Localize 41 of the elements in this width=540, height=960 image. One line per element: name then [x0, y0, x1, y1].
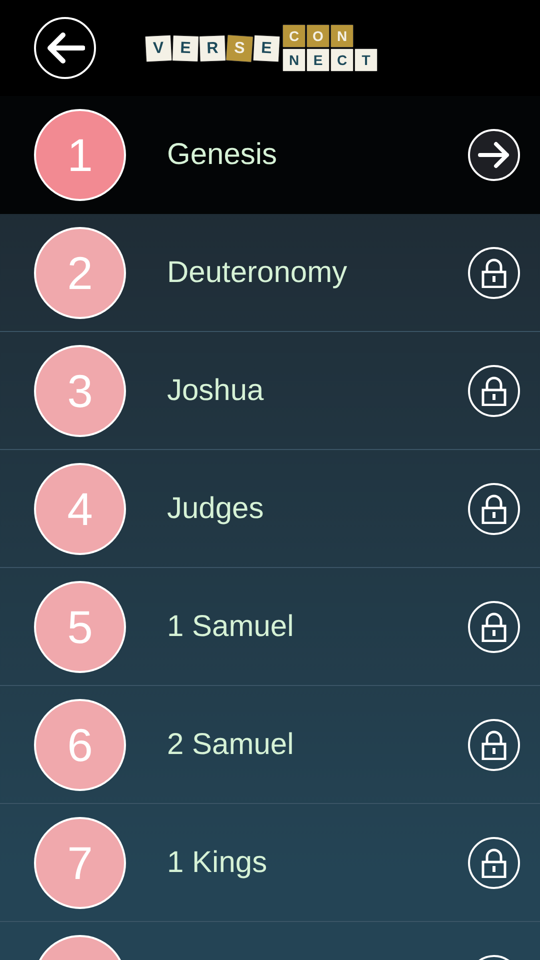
logo-tile: S	[226, 34, 253, 62]
chapter-number-badge: 7	[34, 816, 126, 908]
lock-button[interactable]	[468, 836, 520, 888]
lock-button[interactable]	[468, 600, 520, 652]
open-button[interactable]	[468, 129, 520, 181]
logo-tile: C	[283, 25, 305, 47]
book-title: 2 Samuel	[167, 728, 295, 762]
chapter-number-badge: 1	[34, 109, 126, 201]
lock-button[interactable]	[468, 246, 520, 298]
lock-button[interactable]	[468, 364, 520, 416]
chapter-number-badge: 2	[34, 226, 126, 318]
logo-tile: C	[331, 49, 353, 71]
lock-icon	[481, 612, 507, 642]
lock-button[interactable]	[468, 482, 520, 534]
lock-icon	[481, 376, 507, 406]
forward-arrow-icon	[477, 141, 511, 169]
chapter-number-badge: 3	[34, 344, 126, 436]
chapter-number-badge: 4	[34, 462, 126, 554]
lock-icon	[481, 258, 507, 288]
logo-tile: T	[355, 49, 377, 71]
logo-tile: E	[253, 34, 280, 62]
book-title: 1 Kings	[167, 846, 268, 880]
logo-tile: N	[283, 49, 305, 71]
logo-tile: E	[307, 49, 329, 71]
book-title: Deuteronomy	[167, 256, 348, 290]
book-title: Genesis	[167, 138, 278, 172]
logo-tile: E	[172, 35, 198, 61]
book-title: 1 Samuel	[167, 610, 295, 644]
back-arrow-icon	[45, 31, 85, 65]
logo-tile: N	[331, 25, 353, 47]
chapter-number-badge: 5	[34, 580, 126, 672]
lock-button[interactable]	[468, 718, 520, 770]
logo-tile: O	[307, 25, 329, 47]
book-title: Judges	[167, 492, 265, 526]
lock-icon	[481, 848, 507, 878]
book-title: Joshua	[167, 374, 265, 408]
logo-tile: V	[145, 34, 172, 62]
chapter-number-badge: 6	[34, 698, 126, 790]
logo-tile: R	[200, 35, 226, 61]
lock-icon	[481, 730, 507, 760]
lock-icon	[481, 494, 507, 524]
